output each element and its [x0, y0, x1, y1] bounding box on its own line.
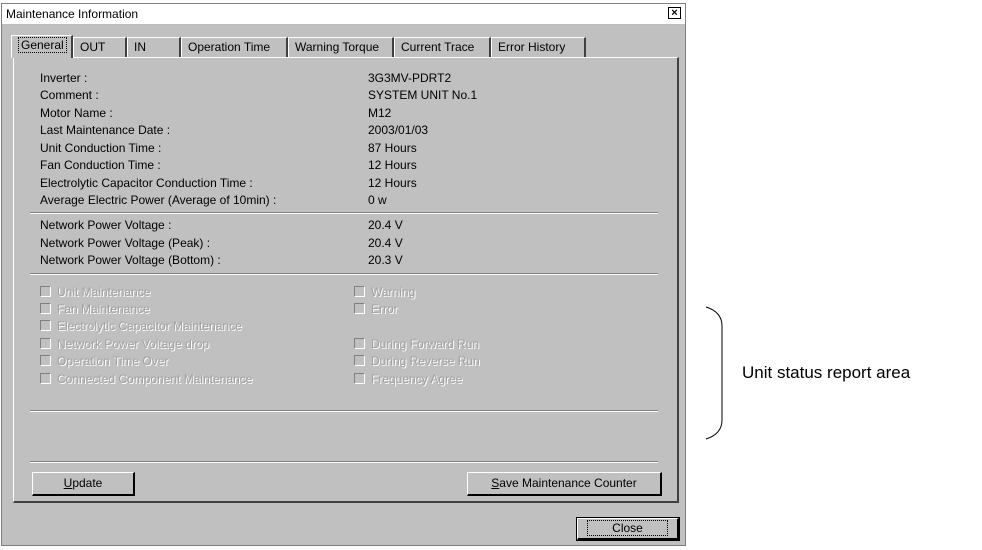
operation-time-over-checkbox: Operation Time Over: [40, 354, 168, 370]
last-maintenance-label: Last Maintenance Date :: [40, 123, 171, 137]
title-bar: Maintenance Information ×: [2, 4, 685, 25]
frequency-agree-checkbox: Frequency Agree: [354, 372, 462, 388]
network-voltage-value: 20.4 V: [368, 218, 403, 232]
tab-out[interactable]: OUT: [73, 37, 127, 57]
tab-current-trace[interactable]: Current Trace: [394, 37, 491, 57]
voltage-drop-checkbox: Network Power Voltage drop: [40, 337, 209, 353]
comment-label: Comment :: [40, 88, 99, 102]
tab-warning-torque[interactable]: Warning Torque: [288, 37, 394, 57]
last-maintenance-value: 2003/01/03: [368, 123, 429, 137]
network-voltage-label: Network Power Voltage :: [40, 218, 172, 232]
unit-conduction-value: 87 Hours: [368, 141, 417, 155]
window-title: Maintenance Information: [6, 7, 139, 21]
unit-maintenance-checkbox: Unit Maintenance: [40, 285, 150, 301]
unit-conduction-label: Unit Conduction Time :: [40, 141, 162, 155]
average-power-label: Average Electric Power (Average of 10min…: [40, 193, 277, 207]
tab-operation-time[interactable]: Operation Time: [181, 37, 288, 57]
error-checkbox: Error: [354, 302, 398, 318]
comment-value: SYSTEM UNIT No.1: [368, 88, 478, 102]
network-voltage-bottom-label: Network Power Voltage (Bottom) :: [40, 253, 221, 267]
tab-error-history[interactable]: Error History: [491, 37, 586, 57]
reverse-run-checkbox: During Reverse Run: [354, 354, 480, 370]
fan-conduction-label: Fan Conduction Time :: [40, 158, 161, 172]
capacitor-conduction-label: Electrolytic Capacitor Conduction Time :: [40, 176, 253, 190]
capacitor-maintenance-checkbox: Electrolytic Capacitor Maintenance: [40, 319, 242, 335]
fan-conduction-value: 12 Hours: [368, 158, 417, 172]
tab-in[interactable]: IN: [127, 37, 181, 57]
motor-name-label: Motor Name :: [40, 106, 113, 120]
close-icon[interactable]: ×: [668, 7, 681, 19]
fan-maintenance-checkbox: Fan Maintenance: [40, 302, 150, 318]
divider: [30, 461, 658, 463]
network-voltage-bottom-value: 20.3 V: [368, 253, 403, 267]
inverter-label: Inverter :: [40, 71, 88, 85]
capacitor-conduction-value: 12 Hours: [368, 176, 417, 190]
motor-name-value: M12: [368, 106, 392, 120]
close-button[interactable]: Close: [576, 517, 680, 541]
warning-checkbox: Warning: [354, 285, 415, 301]
divider: [30, 212, 658, 214]
average-power-value: 0 w: [368, 193, 387, 207]
inverter-value: 3G3MV-PDRT2: [368, 71, 452, 85]
network-voltage-peak-label: Network Power Voltage (Peak) :: [40, 236, 211, 250]
annotation-label: Unit status report area: [742, 363, 911, 382]
divider: [30, 273, 658, 275]
divider: [30, 410, 658, 412]
forward-run-checkbox: During Forward Run: [354, 337, 479, 353]
tab-general[interactable]: General: [11, 35, 73, 58]
update-button[interactable]: Update: [32, 472, 135, 496]
connected-component-checkbox: Connected Component Maintenance: [40, 372, 252, 388]
bracket-icon: [705, 306, 723, 440]
network-voltage-peak-value: 20.4 V: [368, 236, 403, 250]
save-maintenance-counter-button[interactable]: Save Maintenance Counter: [467, 472, 662, 496]
